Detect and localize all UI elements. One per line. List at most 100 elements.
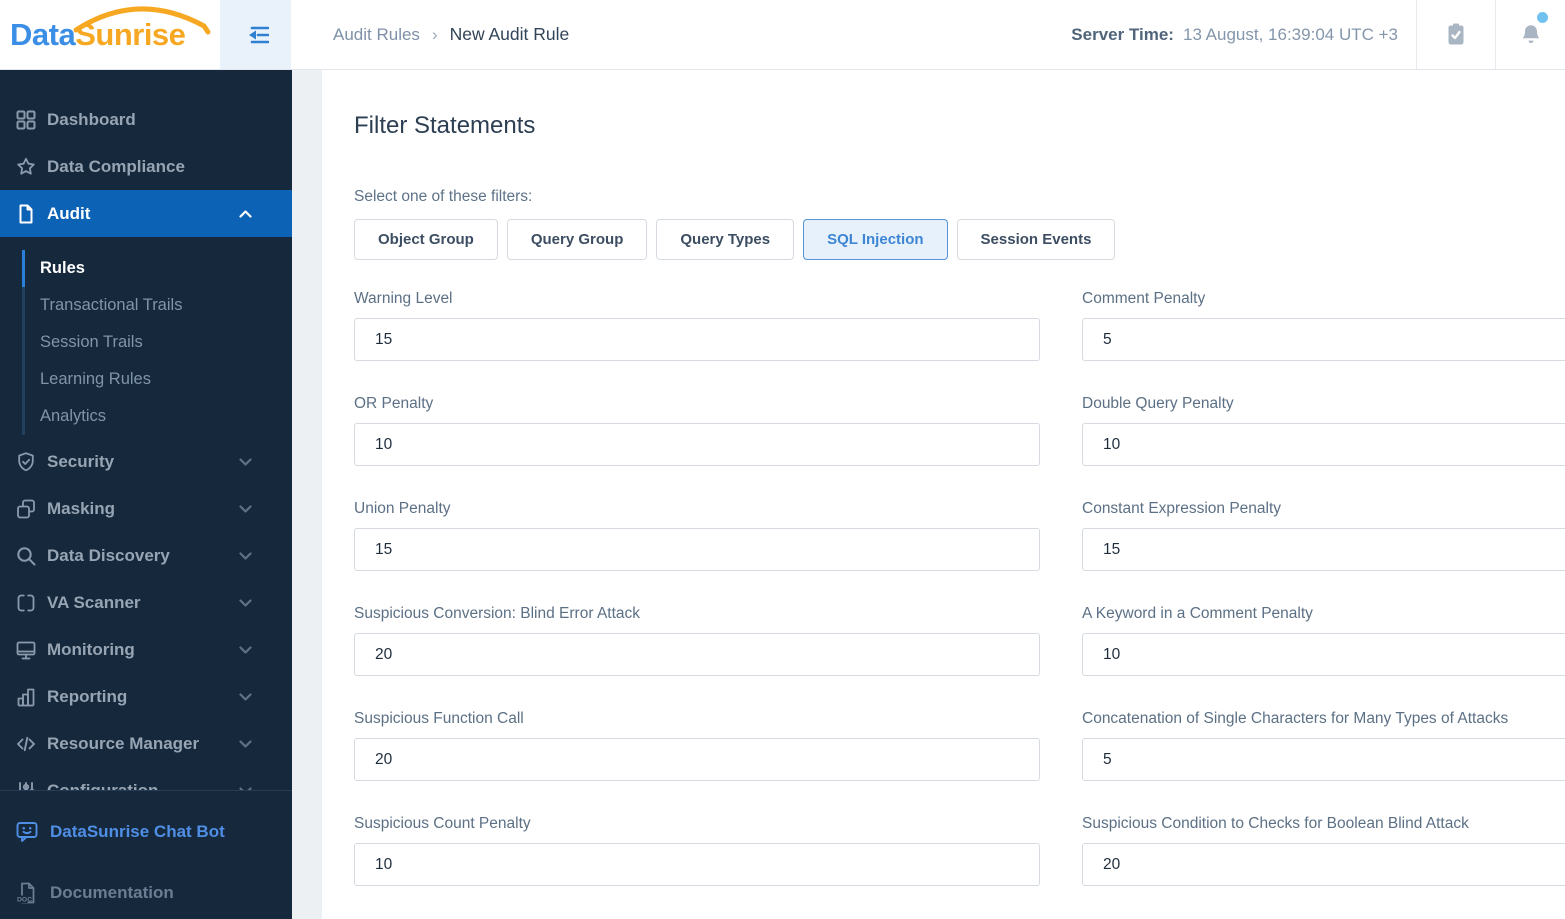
- keyword-in-comment-penalty-label: A Keyword in a Comment Penalty: [1082, 605, 1313, 622]
- field-suspicious-condition-boolean-blind: Suspicious Condition to Checks for Boole…: [1082, 815, 1565, 886]
- field-suspicious-function-call: Suspicious Function Call: [354, 710, 1040, 781]
- sidebar-footer: DataSunrise Chat Bot DOC Documentation: [0, 790, 292, 919]
- sliders-icon: [14, 779, 38, 790]
- tab-query-group[interactable]: Query Group: [506, 219, 648, 260]
- breadcrumb-audit-rules[interactable]: Audit Rules: [333, 25, 420, 45]
- sidebar-item-data-compliance[interactable]: Data Compliance: [0, 143, 292, 190]
- union-penalty-input[interactable]: [354, 528, 1040, 571]
- top-header: DataSunrise Audit Rules › New Audit Rule…: [0, 0, 1565, 70]
- sidebar-item-chat-bot[interactable]: DataSunrise Chat Bot: [0, 806, 292, 858]
- notification-dot-badge: [1537, 12, 1548, 23]
- sidebar-item-va-scanner[interactable]: VA Scanner: [0, 579, 292, 626]
- shield-check-icon: [14, 450, 38, 474]
- doc-icon: DOC: [14, 880, 40, 906]
- field-union-penalty: Union Penalty: [354, 500, 1040, 571]
- chevron-down-icon: [239, 457, 252, 466]
- notifications-bell-icon: [1518, 22, 1544, 48]
- tab-query-types[interactable]: Query Types: [656, 219, 795, 260]
- sidebar-item-audit[interactable]: Audit: [0, 190, 292, 237]
- constant-expression-penalty-input[interactable]: [1082, 528, 1565, 571]
- concatenation-single-characters-input[interactable]: [1082, 738, 1565, 781]
- tasks-clipboard-icon: [1444, 22, 1468, 48]
- app-root: DataSunrise Audit Rules › New Audit Rule…: [0, 0, 1565, 919]
- warning-level-label: Warning Level: [354, 290, 453, 307]
- field-suspicious-count-penalty: Suspicious Count Penalty: [354, 815, 1040, 886]
- tab-session-events[interactable]: Session Events: [956, 219, 1116, 260]
- field-constant-expression-penalty: Constant Expression Penalty: [1082, 500, 1565, 571]
- logo-text: DataSunrise: [10, 16, 186, 52]
- comment-penalty-input[interactable]: [1082, 318, 1565, 361]
- penalty-form: Warning Level Comment Penalty OR Penalty…: [354, 290, 1565, 886]
- notifications-button[interactable]: [1495, 0, 1565, 69]
- field-or-penalty: OR Penalty: [354, 395, 1040, 466]
- filter-tabs: Object Group Query Group Query Types SQL…: [354, 219, 1565, 260]
- field-keyword-in-comment-penalty: A Keyword in a Comment Penalty: [1082, 605, 1565, 676]
- suspicious-condition-boolean-blind-label: Suspicious Condition to Checks for Boole…: [1082, 815, 1469, 832]
- field-concatenation-single-characters: Concatenation of Single Characters for M…: [1082, 710, 1565, 781]
- suspicious-condition-boolean-blind-input[interactable]: [1082, 843, 1565, 886]
- content-gutter: [292, 70, 322, 919]
- tasks-button[interactable]: [1416, 0, 1495, 69]
- suspicious-conversion-input[interactable]: [354, 633, 1040, 676]
- dashboard-icon: [14, 108, 38, 132]
- warning-level-input[interactable]: [354, 318, 1040, 361]
- suspicious-count-penalty-input[interactable]: [354, 843, 1040, 886]
- sidebar: Dashboard Data Compliance Audit Rules Tr…: [0, 70, 292, 919]
- comment-penalty-label: Comment Penalty: [1082, 290, 1206, 307]
- masking-copy-icon: [14, 497, 38, 521]
- page-title: Filter Statements: [354, 112, 536, 139]
- field-suspicious-conversion: Suspicious Conversion: Blind Error Attac…: [354, 605, 1040, 676]
- chevron-down-icon: [239, 645, 252, 654]
- chevron-down-icon: [239, 551, 252, 560]
- field-double-query-penalty: Double Query Penalty: [1082, 395, 1565, 466]
- suspicious-conversion-label: Suspicious Conversion: Blind Error Attac…: [354, 605, 641, 622]
- sidebar-item-dashboard[interactable]: Dashboard: [0, 96, 292, 143]
- chevron-down-icon: [239, 692, 252, 701]
- sidebar-item-monitoring[interactable]: Monitoring: [0, 626, 292, 673]
- search-icon: [14, 544, 38, 568]
- union-penalty-label: Union Penalty: [354, 500, 451, 517]
- double-query-penalty-input[interactable]: [1082, 423, 1565, 466]
- breadcrumb: Audit Rules › New Audit Rule: [291, 0, 1071, 69]
- bar-chart-icon: [14, 685, 38, 709]
- datasunrise-logo[interactable]: DataSunrise: [0, 0, 220, 69]
- field-comment-penalty: Comment Penalty: [1082, 290, 1565, 361]
- sidebar-item-masking[interactable]: Masking: [0, 485, 292, 532]
- sidebar-subitem-analytics[interactable]: Analytics: [22, 398, 292, 435]
- breadcrumb-current-page: New Audit Rule: [449, 24, 570, 44]
- or-penalty-input[interactable]: [354, 423, 1040, 466]
- server-time: Server Time: 13 August, 16:39:04 UTC +3: [1071, 0, 1398, 69]
- sidebar-toggle-icon: [243, 24, 269, 46]
- svg-text:DOC: DOC: [17, 897, 32, 904]
- sidebar-subitem-session-trails[interactable]: Session Trails: [22, 324, 292, 361]
- server-time-label: Server Time:: [1071, 24, 1174, 44]
- tab-sql-injection[interactable]: SQL Injection: [803, 219, 948, 260]
- constant-expression-penalty-label: Constant Expression Penalty: [1082, 500, 1282, 517]
- sidebar-item-data-discovery[interactable]: Data Discovery: [0, 532, 292, 579]
- filter-prompt: Select one of these filters:: [354, 188, 533, 205]
- tab-object-group[interactable]: Object Group: [354, 219, 498, 260]
- sidebar-item-security[interactable]: Security: [0, 438, 292, 485]
- sidebar-item-configuration[interactable]: Configuration: [0, 767, 292, 790]
- sidebar-item-resource-manager[interactable]: Resource Manager: [0, 720, 292, 767]
- suspicious-function-call-label: Suspicious Function Call: [354, 710, 524, 727]
- suspicious-count-penalty-label: Suspicious Count Penalty: [354, 815, 531, 832]
- keyword-in-comment-penalty-input[interactable]: [1082, 633, 1565, 676]
- chevron-down-icon: [239, 739, 252, 748]
- sidebar-nav: Dashboard Data Compliance Audit Rules Tr…: [0, 70, 292, 790]
- sidebar-toggle-button[interactable]: [220, 0, 291, 69]
- sidebar-item-reporting[interactable]: Reporting: [0, 673, 292, 720]
- chevron-down-icon: [239, 504, 252, 513]
- chat-bot-icon: [14, 819, 40, 845]
- audit-file-icon: [14, 202, 38, 226]
- sidebar-subitem-learning-rules[interactable]: Learning Rules: [22, 361, 292, 398]
- suspicious-function-call-input[interactable]: [354, 738, 1040, 781]
- double-query-penalty-label: Double Query Penalty: [1082, 395, 1234, 412]
- sidebar-subitem-transactional-trails[interactable]: Transactional Trails: [22, 287, 292, 324]
- field-warning-level: Warning Level: [354, 290, 1040, 361]
- monitor-icon: [14, 638, 38, 662]
- audit-submenu: Rules Transactional Trails Session Trail…: [0, 237, 292, 438]
- sidebar-item-documentation[interactable]: DOC Documentation: [0, 867, 292, 919]
- sidebar-subitem-rules[interactable]: Rules: [22, 250, 292, 287]
- main-content: Filter Statements Select one of these fi…: [322, 70, 1565, 919]
